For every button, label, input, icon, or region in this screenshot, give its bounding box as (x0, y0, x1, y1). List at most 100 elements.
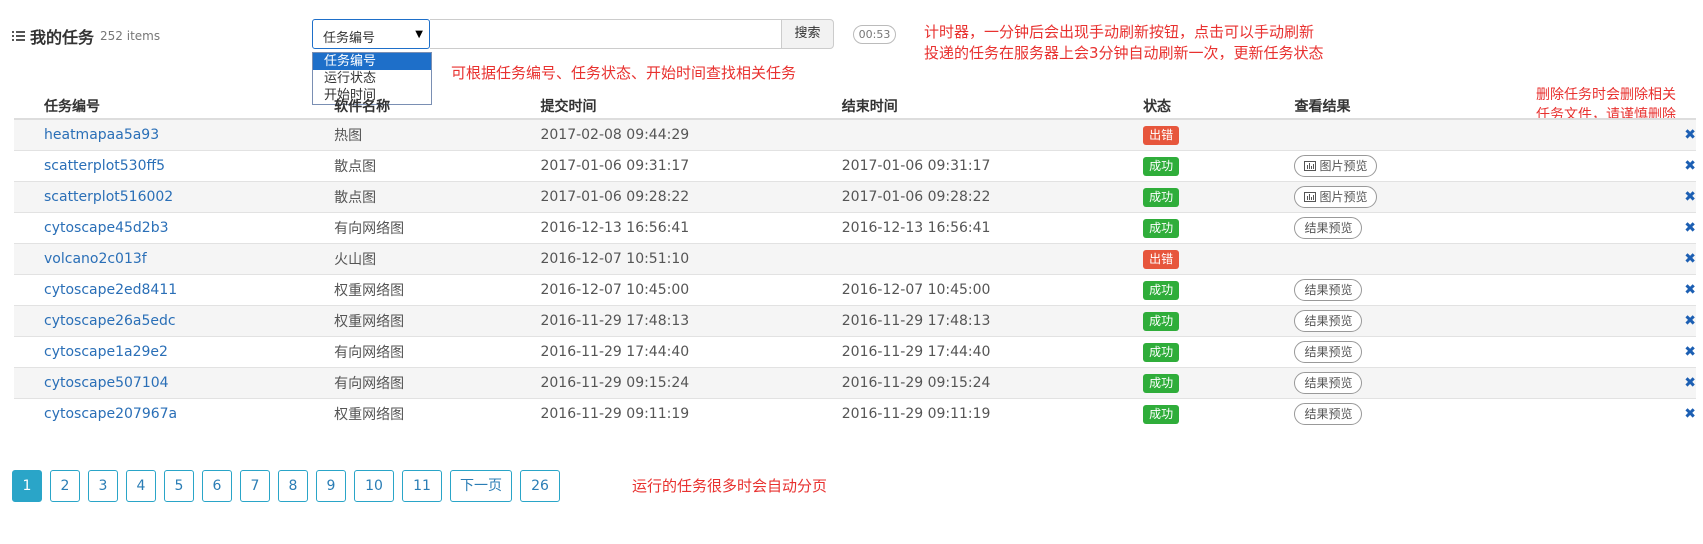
delete-icon[interactable]: ✖ (1684, 375, 1696, 391)
page-button[interactable]: 3 (88, 470, 118, 502)
table-row: scatterplot530ff5 散点图 2017-01-06 09:31:17 2… (14, 150, 1696, 182)
submit-time: 2016-12-13 16:56:41 (540, 220, 690, 236)
timer-note: 计时器，一分钟后会出现手动刷新按钮，点击可以手动刷新 投递的任务在服务器上会3分… (924, 22, 1324, 64)
table-row: cytoscape207967a 权重网络图 2016-11-29 09:11:19… (14, 398, 1696, 429)
submit-time: 2017-01-06 09:28:22 (540, 189, 690, 205)
result-preview-button[interactable]: 图片预览 (1294, 186, 1378, 208)
result-preview-button[interactable]: 结果预览 (1294, 403, 1363, 425)
search-button[interactable]: 搜索 (781, 19, 834, 49)
column-header: 状态 (1113, 93, 1265, 120)
software-name: 有向网络图 (334, 376, 405, 392)
search-input[interactable] (430, 19, 782, 49)
page-button[interactable]: 11 (402, 470, 442, 502)
page-button[interactable]: 7 (240, 470, 270, 502)
status-badge: 成功 (1143, 187, 1180, 207)
chart-icon (1304, 192, 1317, 202)
search-note: 可根据任务编号、任务状态、开始时间查找相关任务 (451, 64, 797, 82)
task-id-link[interactable]: scatterplot530ff5 (44, 158, 165, 174)
task-table: 任务编号 软件名称 提交时间 结束时间 状态 查看结果 heatmapaa5a9… (14, 93, 1696, 429)
delete-icon[interactable]: ✖ (1684, 313, 1696, 329)
list-icon (12, 30, 25, 42)
delete-icon[interactable]: ✖ (1684, 189, 1696, 205)
search-field-selected: 任务编号 (323, 31, 376, 46)
software-name: 散点图 (334, 190, 377, 206)
status-badge: 成功 (1143, 280, 1180, 300)
status-badge: 出错 (1143, 125, 1180, 145)
column-header: 软件名称 (304, 93, 511, 120)
finish-time: 2016-11-29 17:44:40 (841, 344, 991, 360)
task-id-link[interactable]: heatmapaa5a93 (44, 127, 159, 143)
result-preview-button[interactable]: 结果预览 (1294, 310, 1363, 332)
status-badge: 成功 (1143, 311, 1180, 331)
page-button[interactable]: 8 (278, 470, 308, 502)
result-preview-label: 结果预览 (1304, 314, 1353, 328)
software-name: 热图 (334, 128, 363, 144)
finish-time: 2016-11-29 09:15:24 (841, 375, 991, 391)
refresh-timer: 00:53 (853, 25, 896, 44)
page-button[interactable]: 5 (164, 470, 194, 502)
page-button[interactable]: 1 (12, 470, 42, 502)
task-id-link[interactable]: scatterplot516002 (44, 189, 173, 205)
next-page-button[interactable]: 下一页 (450, 470, 512, 502)
submit-time: 2016-11-29 09:15:24 (540, 375, 690, 391)
delete-icon[interactable]: ✖ (1684, 220, 1696, 236)
timer-note-line: 投递的任务在服务器上会3分钟自动刷新一次，更新任务状态 (924, 44, 1324, 62)
search-field-select[interactable]: 任务编号 ▼ (312, 19, 430, 49)
chart-icon (1304, 161, 1317, 171)
task-id-link[interactable]: cytoscape45d2b3 (44, 220, 169, 236)
delete-icon[interactable]: ✖ (1684, 344, 1696, 360)
delete-icon[interactable]: ✖ (1684, 158, 1696, 174)
result-preview-button[interactable]: 结果预览 (1294, 372, 1363, 394)
delete-icon[interactable]: ✖ (1684, 251, 1696, 267)
submit-time: 2017-01-06 09:31:17 (540, 158, 690, 174)
page-button[interactable]: 4 (126, 470, 156, 502)
item-count: 252 items (100, 29, 161, 43)
table-header-row: 任务编号 软件名称 提交时间 结束时间 状态 查看结果 (14, 93, 1696, 120)
result-preview-button[interactable]: 图片预览 (1294, 155, 1378, 177)
column-header-actions (1478, 93, 1696, 120)
software-name: 有向网络图 (334, 345, 405, 361)
task-id-link[interactable]: volcano2c013f (44, 251, 147, 267)
result-preview-label: 结果预览 (1304, 376, 1353, 390)
page-button[interactable]: 6 (202, 470, 232, 502)
table-row: scatterplot516002 散点图 2017-01-06 09:28:22 2… (14, 181, 1696, 213)
table-row: volcano2c013f 火山图 2016-12-07 10:51:10 出错 ✖ (14, 243, 1696, 275)
table-row: cytoscape26a5edc 权重网络图 2016-11-29 17:48:13… (14, 305, 1696, 337)
page-button[interactable]: 2 (50, 470, 80, 502)
software-name: 散点图 (334, 159, 377, 175)
last-page-button[interactable]: 26 (520, 470, 560, 502)
page-title: 我的任务 (30, 28, 95, 47)
status-badge: 出错 (1143, 249, 1180, 269)
page-button[interactable]: 10 (354, 470, 394, 502)
task-id-link[interactable]: cytoscape2ed8411 (44, 282, 177, 298)
delete-icon[interactable]: ✖ (1684, 406, 1696, 422)
delete-icon[interactable]: ✖ (1684, 282, 1696, 298)
result-preview-button[interactable]: 结果预览 (1294, 341, 1363, 363)
task-id-link[interactable]: cytoscape207967a (44, 406, 177, 422)
finish-time: 2017-01-06 09:28:22 (841, 189, 991, 205)
delete-icon[interactable]: ✖ (1684, 127, 1696, 143)
finish-time: 2016-11-29 17:48:13 (841, 313, 991, 329)
result-preview-button[interactable]: 结果预览 (1294, 217, 1363, 239)
column-header: 查看结果 (1264, 93, 1479, 120)
submit-time: 2016-11-29 17:44:40 (540, 344, 690, 360)
column-header: 任务编号 (14, 93, 305, 120)
table-row: cytoscape507104 有向网络图 2016-11-29 09:15:24 2… (14, 367, 1696, 399)
dropdown-option[interactable]: 任务编号 (313, 53, 431, 70)
status-badge: 成功 (1143, 404, 1180, 424)
task-id-link[interactable]: cytoscape26a5edc (44, 313, 176, 329)
software-name: 火山图 (334, 252, 377, 268)
table-row: cytoscape2ed8411 权重网络图 2016-12-07 10:45:00… (14, 274, 1696, 306)
dropdown-arrow-icon: ▼ (415, 29, 423, 40)
result-preview-button[interactable]: 结果预览 (1294, 279, 1363, 301)
pager-note: 运行的任务很多时会自动分页 (632, 477, 828, 495)
result-preview-label: 结果预览 (1304, 221, 1353, 235)
task-id-link[interactable]: cytoscape507104 (44, 375, 169, 391)
submit-time: 2016-11-29 17:48:13 (540, 313, 690, 329)
finish-time: 2017-01-06 09:31:17 (841, 158, 991, 174)
page-button[interactable]: 9 (316, 470, 346, 502)
dropdown-option[interactable]: 运行状态 (313, 70, 431, 87)
software-name: 权重网络图 (334, 407, 405, 423)
result-preview-label: 结果预览 (1304, 345, 1353, 359)
task-id-link[interactable]: cytoscape1a29e2 (44, 344, 168, 360)
